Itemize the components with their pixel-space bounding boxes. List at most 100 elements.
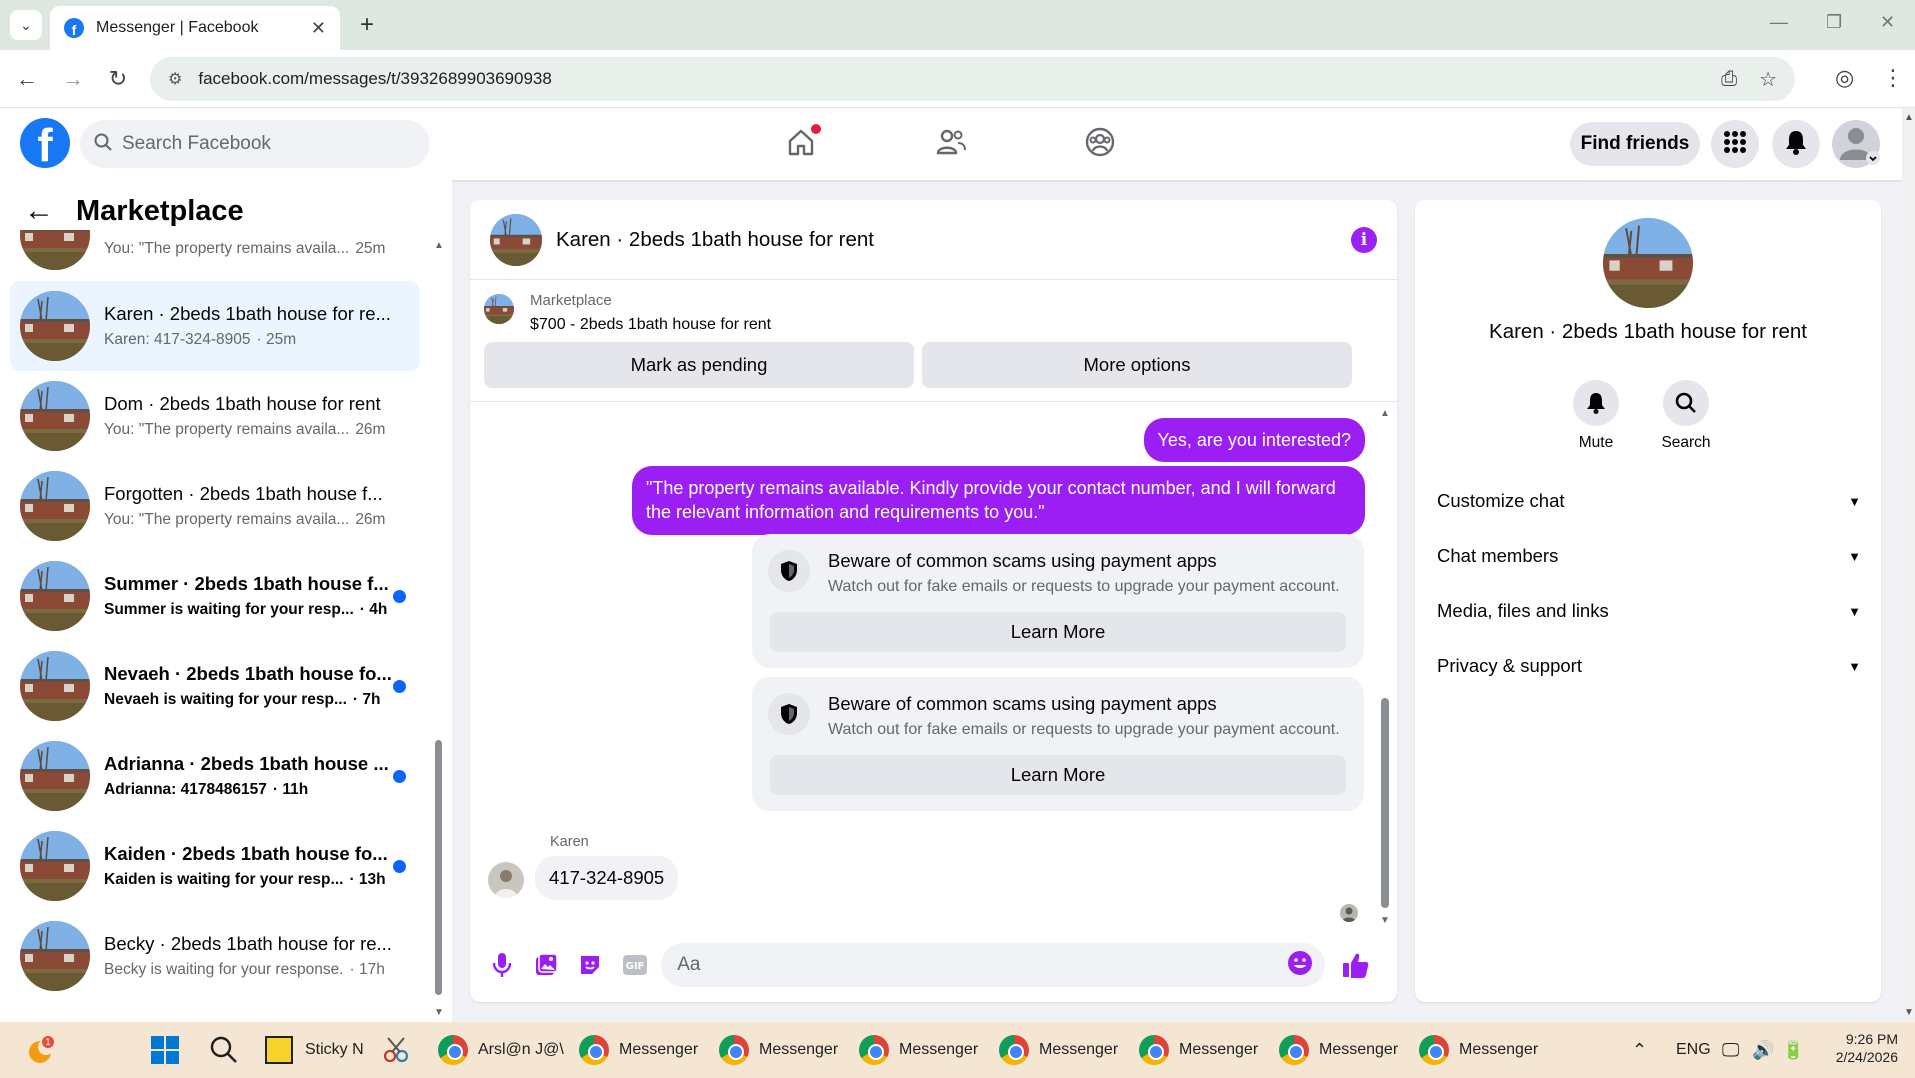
message-input[interactable] <box>677 954 1287 976</box>
svg-text:1: 1 <box>45 1038 51 1048</box>
thumbs-up-icon[interactable] <box>1339 947 1374 983</box>
info-icon[interactable]: i <box>1351 226 1377 253</box>
more-options-button[interactable]: More options <box>922 342 1352 388</box>
conversation-item[interactable]: Karen · 2beds 1bath house for re... Karen… <box>10 281 420 371</box>
new-tab-icon[interactable]: + <box>352 10 382 40</box>
tab-search-icon[interactable]: ⌄ <box>10 10 42 40</box>
battery-icon[interactable]: 🔋 <box>1782 1030 1804 1070</box>
listing-title[interactable]: $700 - 2beds 1bath house for rent <box>530 316 771 334</box>
sticker-icon[interactable] <box>573 947 608 983</box>
network-icon[interactable]: 🖵 <box>1722 1030 1739 1070</box>
taskbar-messenger-2[interactable]: Messenger <box>719 1030 838 1070</box>
outgoing-message[interactable]: Yes, are you interested? <box>1143 418 1365 463</box>
show-hidden-icons-chevron-icon[interactable]: ⌃ <box>1632 1030 1647 1070</box>
scroll-down-icon[interactable]: ▼ <box>1380 915 1390 926</box>
friends-nav[interactable] <box>921 122 981 166</box>
listing-thumbnail[interactable] <box>484 294 514 324</box>
chat-members-section[interactable]: Chat members ▼ <box>1437 536 1861 576</box>
learn-more-button[interactable]: Learn More <box>770 755 1346 795</box>
snipping-tool-icon[interactable] <box>382 1030 410 1070</box>
scroll-up-icon[interactable]: ▲ <box>434 240 444 251</box>
forward-icon[interactable]: → <box>58 64 88 94</box>
scroll-down-icon[interactable]: ▼ <box>1904 1007 1914 1018</box>
chat-scrollbar[interactable]: ▲ ▼ <box>1378 408 1392 926</box>
customize-chat-section[interactable]: Customize chat ▼ <box>1437 481 1861 521</box>
home-nav[interactable] <box>771 122 831 166</box>
conversation-item[interactable]: Chris · 2beds 1bath house for rent You: "… <box>10 230 420 280</box>
scroll-up-icon[interactable]: ▲ <box>1904 112 1914 123</box>
facebook-search[interactable] <box>80 120 430 168</box>
taskbar-label: Messenger <box>619 1041 699 1058</box>
conversation-item[interactable]: Kaiden · 2beds 1bath house fo... Kaiden i… <box>10 821 420 911</box>
scrollbar-thumb[interactable] <box>1381 698 1389 908</box>
conversation-item[interactable]: Summer · 2beds 1bath house f... Summer is… <box>10 551 420 641</box>
browser-tab-messenger[interactable]: f Messenger | Facebook ✕ <box>50 6 340 50</box>
taskbar-sticky-notes[interactable]: Sticky N <box>265 1030 364 1070</box>
taskbar-chrome-profile[interactable]: Arsl@n J@\ <box>438 1030 564 1070</box>
close-window-icon[interactable]: ✕ <box>1880 12 1895 33</box>
tab-close-icon[interactable]: ✕ <box>311 18 326 39</box>
incoming-message[interactable]: 417-324-8905 <box>535 856 679 900</box>
chrome-icon <box>1279 1035 1309 1065</box>
sidebar-scrollbar[interactable]: ▲ ▼ <box>432 240 444 1018</box>
preview-time: · 25m <box>256 331 297 348</box>
photo-icon[interactable] <box>528 947 563 983</box>
conversation-item[interactable]: Nevaeh · 2beds 1bath house fo... Nevaeh i… <box>10 641 420 731</box>
microphone-icon[interactable] <box>484 947 519 983</box>
learn-more-button[interactable]: Learn More <box>770 612 1346 652</box>
weather-widget[interactable]: 1 <box>26 1030 58 1070</box>
start-icon[interactable] <box>150 1030 180 1070</box>
site-info-icon[interactable]: ⚙ <box>168 69 182 89</box>
account-button[interactable] <box>1832 120 1880 168</box>
conversation-item[interactable]: Dom · 2beds 1bath house for rent You: "Th… <box>10 371 420 461</box>
conversation-item[interactable]: Adrianna · 2beds 1bath house ... Adrianna… <box>10 731 420 821</box>
taskbar-messenger-1[interactable]: Messenger <box>579 1030 698 1070</box>
profile-icon[interactable]: ◎ <box>1835 65 1854 91</box>
back-arrow-icon[interactable]: ← <box>24 194 54 228</box>
minimize-icon[interactable]: — <box>1770 12 1788 33</box>
groups-nav[interactable] <box>1070 122 1130 166</box>
bookmark-star-icon[interactable]: ☆ <box>1759 67 1777 92</box>
taskbar-messenger-4[interactable]: Messenger <box>999 1030 1118 1070</box>
taskbar-search-icon[interactable] <box>210 1030 238 1070</box>
scroll-down-icon[interactable]: ▼ <box>434 1007 444 1018</box>
search-input[interactable] <box>122 133 402 155</box>
media-files-links-section[interactable]: Media, files and links ▼ <box>1437 591 1861 631</box>
notifications-button[interactable] <box>1772 120 1820 168</box>
menu-button[interactable] <box>1711 120 1759 168</box>
find-friends-button[interactable]: Find friends <box>1570 122 1700 166</box>
gif-icon[interactable]: GIF <box>617 947 652 983</box>
clock[interactable]: 9:26 PM 2/24/2026 <box>1826 1030 1898 1070</box>
scrollbar-thumb[interactable] <box>435 740 442 995</box>
privacy-support-section[interactable]: Privacy & support ▼ <box>1437 646 1861 686</box>
search-conversation-button[interactable]: Search <box>1646 380 1726 452</box>
conversation-meta: Dom · 2beds 1bath house for rent You: "Th… <box>104 393 394 439</box>
conversation-item[interactable]: Becky · 2beds 1bath house for re... Becky… <box>10 911 420 1001</box>
sender-avatar[interactable] <box>488 862 524 898</box>
scroll-up-icon[interactable]: ▲ <box>1380 408 1390 419</box>
chat-header[interactable]: Karen · 2beds 1bath house for rent i <box>470 200 1397 280</box>
facebook-logo-icon[interactable]: f <box>20 118 70 168</box>
outgoing-message[interactable]: "The property remains available. Kindly … <box>632 466 1365 535</box>
taskbar-messenger-5[interactable]: Messenger <box>1139 1030 1258 1070</box>
reload-icon[interactable]: ↻ <box>103 64 133 94</box>
browser-menu-icon[interactable]: ⋮ <box>1882 65 1904 91</box>
mark-as-pending-button[interactable]: Mark as pending <box>484 342 914 388</box>
language-indicator[interactable]: ENG <box>1676 1030 1711 1070</box>
message-input-box[interactable] <box>661 943 1325 987</box>
profile-avatar[interactable] <box>1603 218 1693 308</box>
taskbar-messenger-3[interactable]: Messenger <box>859 1030 978 1070</box>
volume-icon[interactable]: 🔊 <box>1752 1030 1774 1070</box>
shield-icon <box>768 693 810 735</box>
mute-button[interactable]: Mute <box>1556 380 1636 452</box>
page-scrollbar[interactable]: ▲ ▼ <box>1902 108 1915 1022</box>
conversation-item[interactable]: Forgotten · 2beds 1bath house f... You: "… <box>10 461 420 551</box>
taskbar-messenger-7[interactable]: Messenger <box>1419 1030 1538 1070</box>
taskbar-messenger-6[interactable]: Messenger <box>1279 1030 1398 1070</box>
chat-avatar[interactable] <box>490 214 542 266</box>
emoji-icon[interactable] <box>1287 950 1313 981</box>
back-icon[interactable]: ← <box>12 64 42 94</box>
restore-icon[interactable]: ❐ <box>1826 12 1842 33</box>
address-bar[interactable]: ⚙ facebook.com/messages/t/39326899036909… <box>150 57 1795 101</box>
install-app-icon[interactable]: ⎙ <box>1721 68 1737 91</box>
